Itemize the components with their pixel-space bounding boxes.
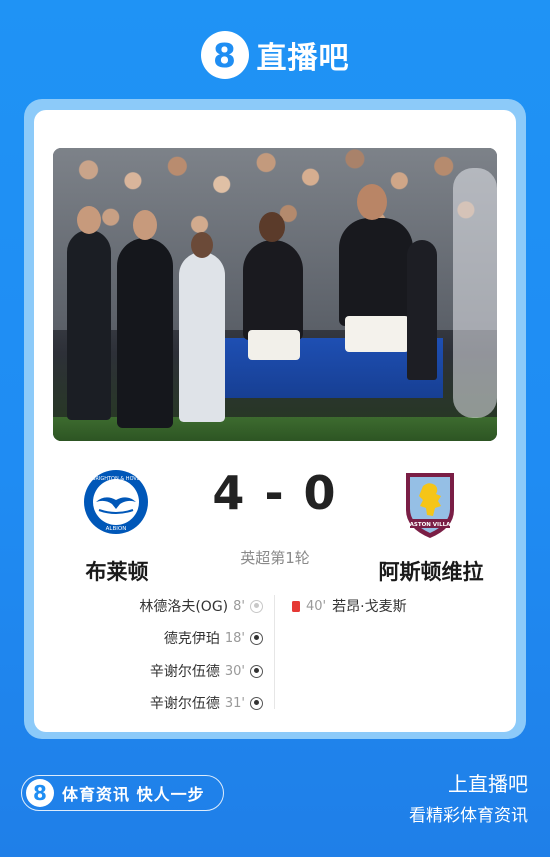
villa-crest-text: ASTON VILLA bbox=[410, 522, 451, 528]
event-player: 若昂·戈麦斯 bbox=[332, 599, 407, 615]
match-photo bbox=[53, 148, 497, 441]
coach-head bbox=[133, 210, 157, 240]
player-35-head bbox=[357, 184, 387, 220]
home-event-row: 林德洛夫(OG) 8' bbox=[139, 596, 263, 616]
app-header: 8 直播吧 bbox=[0, 25, 550, 85]
event-minute: 8' bbox=[233, 598, 245, 614]
player-22-head bbox=[259, 212, 285, 242]
staff-figure bbox=[179, 252, 225, 422]
coach-figure bbox=[117, 238, 173, 428]
referee-head bbox=[77, 206, 101, 234]
player-35-figure bbox=[339, 218, 413, 326]
footer-cta-title: 上直播吧 bbox=[448, 772, 528, 796]
own-goal-icon bbox=[250, 599, 263, 613]
event-minute: 40' bbox=[306, 598, 327, 614]
away-event-row: 40' 若昂·戈麦斯 bbox=[292, 596, 407, 616]
red-card-icon bbox=[292, 600, 300, 612]
home-event-row: 德克伊珀 18' bbox=[164, 628, 263, 648]
staff-head bbox=[191, 232, 213, 258]
slogan-text: 体育资讯 快人一步 bbox=[62, 785, 205, 804]
footer-cta-subtitle: 看精彩体育资讯 bbox=[409, 806, 528, 826]
pill-logo-icon: 8 bbox=[26, 779, 54, 807]
event-player: 辛谢尔伍德 bbox=[149, 664, 220, 680]
slogan-pill[interactable]: 8 体育资讯 快人一步 bbox=[21, 775, 224, 811]
goal-ball-icon bbox=[250, 664, 263, 678]
away-team-name: 阿斯顿维拉 bbox=[378, 560, 484, 584]
event-player: 林德洛夫(OG) bbox=[139, 599, 229, 615]
match-card[interactable]: BRIGHTON & HOVE ALBION ASTON VILLA 4 - 0… bbox=[34, 110, 516, 732]
brand-logo-icon: 8 bbox=[200, 31, 249, 79]
events-divider bbox=[274, 595, 275, 709]
goal-ball-icon bbox=[250, 696, 263, 710]
brighton-crest-bottom-text: ALBION bbox=[106, 526, 127, 532]
event-minute: 31' bbox=[224, 695, 245, 711]
event-player: 德克伊珀 bbox=[163, 631, 220, 647]
player-7-figure bbox=[407, 240, 437, 380]
home-event-row: 辛谢尔伍德 30' bbox=[150, 661, 263, 681]
blurred-player-figure bbox=[453, 168, 497, 418]
player-22-figure bbox=[243, 240, 303, 340]
referee-figure bbox=[67, 230, 111, 420]
event-player: 辛谢尔伍德 bbox=[149, 696, 220, 712]
player-35-shorts bbox=[345, 316, 409, 352]
goal-ball-icon bbox=[250, 631, 263, 645]
match-score: 4 - 0 bbox=[212, 466, 338, 520]
player-22-shorts bbox=[248, 330, 300, 360]
brand-name: 直播吧 bbox=[256, 41, 350, 76]
home-event-row: 辛谢尔伍德 31' bbox=[150, 693, 263, 713]
event-minute: 18' bbox=[224, 630, 245, 646]
event-minute: 30' bbox=[224, 663, 245, 679]
